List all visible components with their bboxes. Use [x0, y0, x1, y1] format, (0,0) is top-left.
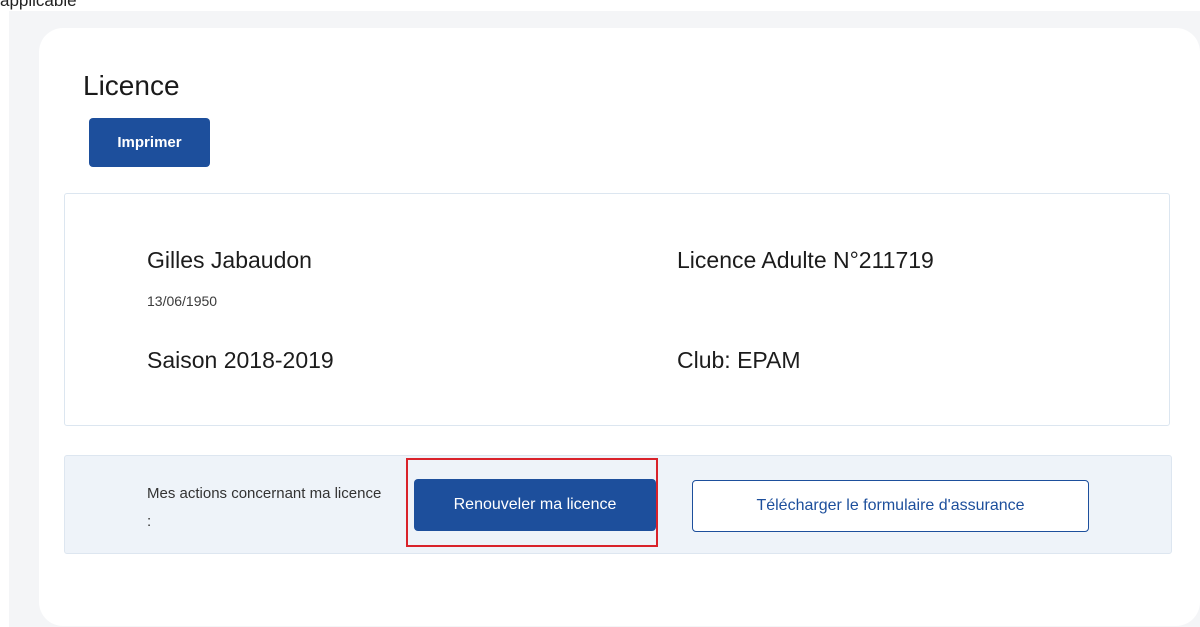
renew-button-highlight	[406, 458, 658, 547]
season-label: Saison 2018-2019	[147, 347, 334, 373]
holder-name: Gilles Jabaudon	[147, 247, 312, 273]
licence-number: Licence Adulte N°211719	[677, 247, 934, 273]
birth-date: 13/06/1950	[147, 293, 218, 309]
actions-label: Mes actions concernant ma licence :	[147, 485, 382, 530]
licence-info-box	[64, 193, 1170, 426]
clipped-top-text: applicable	[0, 0, 77, 10]
download-insurance-form-button[interactable]: Télécharger le formulaire d'assurance	[692, 480, 1089, 532]
club-label: Club: EPAM	[677, 347, 801, 373]
page-title: Licence	[83, 70, 180, 101]
print-button[interactable]: Imprimer	[89, 118, 210, 167]
